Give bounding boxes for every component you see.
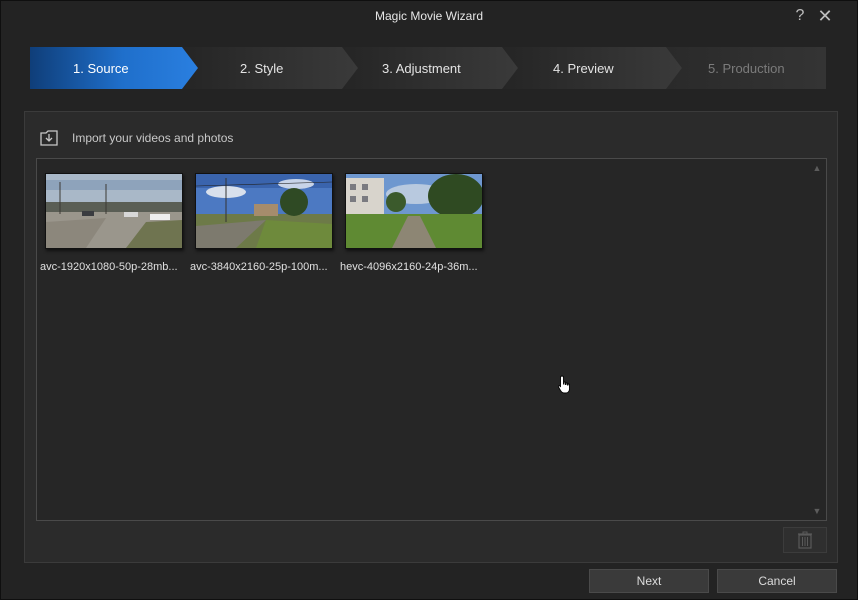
hand-cursor-icon <box>557 375 570 394</box>
wizard-window: Magic Movie Wizard ? ✕ 1. Source 2. Styl… <box>0 0 858 600</box>
delete-button[interactable] <box>783 527 827 553</box>
cancel-button[interactable]: Cancel <box>717 569 837 593</box>
wizard-steps: 1. Source 2. Style 3. Adjustment 4. Prev… <box>30 47 826 89</box>
trash-icon <box>798 531 812 549</box>
scroll-up-arrow[interactable]: ▲ <box>812 163 822 173</box>
step-style[interactable]: 2. Style <box>240 61 283 76</box>
media-thumbnail[interactable] <box>45 173 183 249</box>
title-bar: Magic Movie Wizard ? ✕ <box>1 1 857 31</box>
step-preview[interactable]: 4. Preview <box>553 61 614 76</box>
help-button[interactable]: ? <box>791 7 809 25</box>
import-label[interactable]: Import your videos and photos <box>72 131 233 145</box>
close-button[interactable]: ✕ <box>816 7 834 25</box>
media-library[interactable]: ▲ ▼ avc-1920x1080-50p-28mb... avc-3840x2… <box>36 158 827 521</box>
step-source[interactable]: 1. Source <box>73 61 129 76</box>
step-production: 5. Production <box>708 61 785 76</box>
import-icon[interactable] <box>39 129 59 147</box>
media-thumbnail[interactable] <box>345 173 483 249</box>
scroll-down-arrow[interactable]: ▼ <box>812 506 822 516</box>
media-thumbnail[interactable] <box>195 173 333 249</box>
media-filename: hevc-4096x2160-24p-36m... <box>340 261 478 273</box>
media-filename: avc-3840x2160-25p-100m... <box>190 261 328 273</box>
source-panel: Import your videos and photos ▲ ▼ avc-19… <box>24 111 838 563</box>
step-adjustment[interactable]: 3. Adjustment <box>382 61 461 76</box>
media-filename: avc-1920x1080-50p-28mb... <box>40 261 178 273</box>
next-button[interactable]: Next <box>589 569 709 593</box>
window-title: Magic Movie Wizard <box>374 9 484 23</box>
